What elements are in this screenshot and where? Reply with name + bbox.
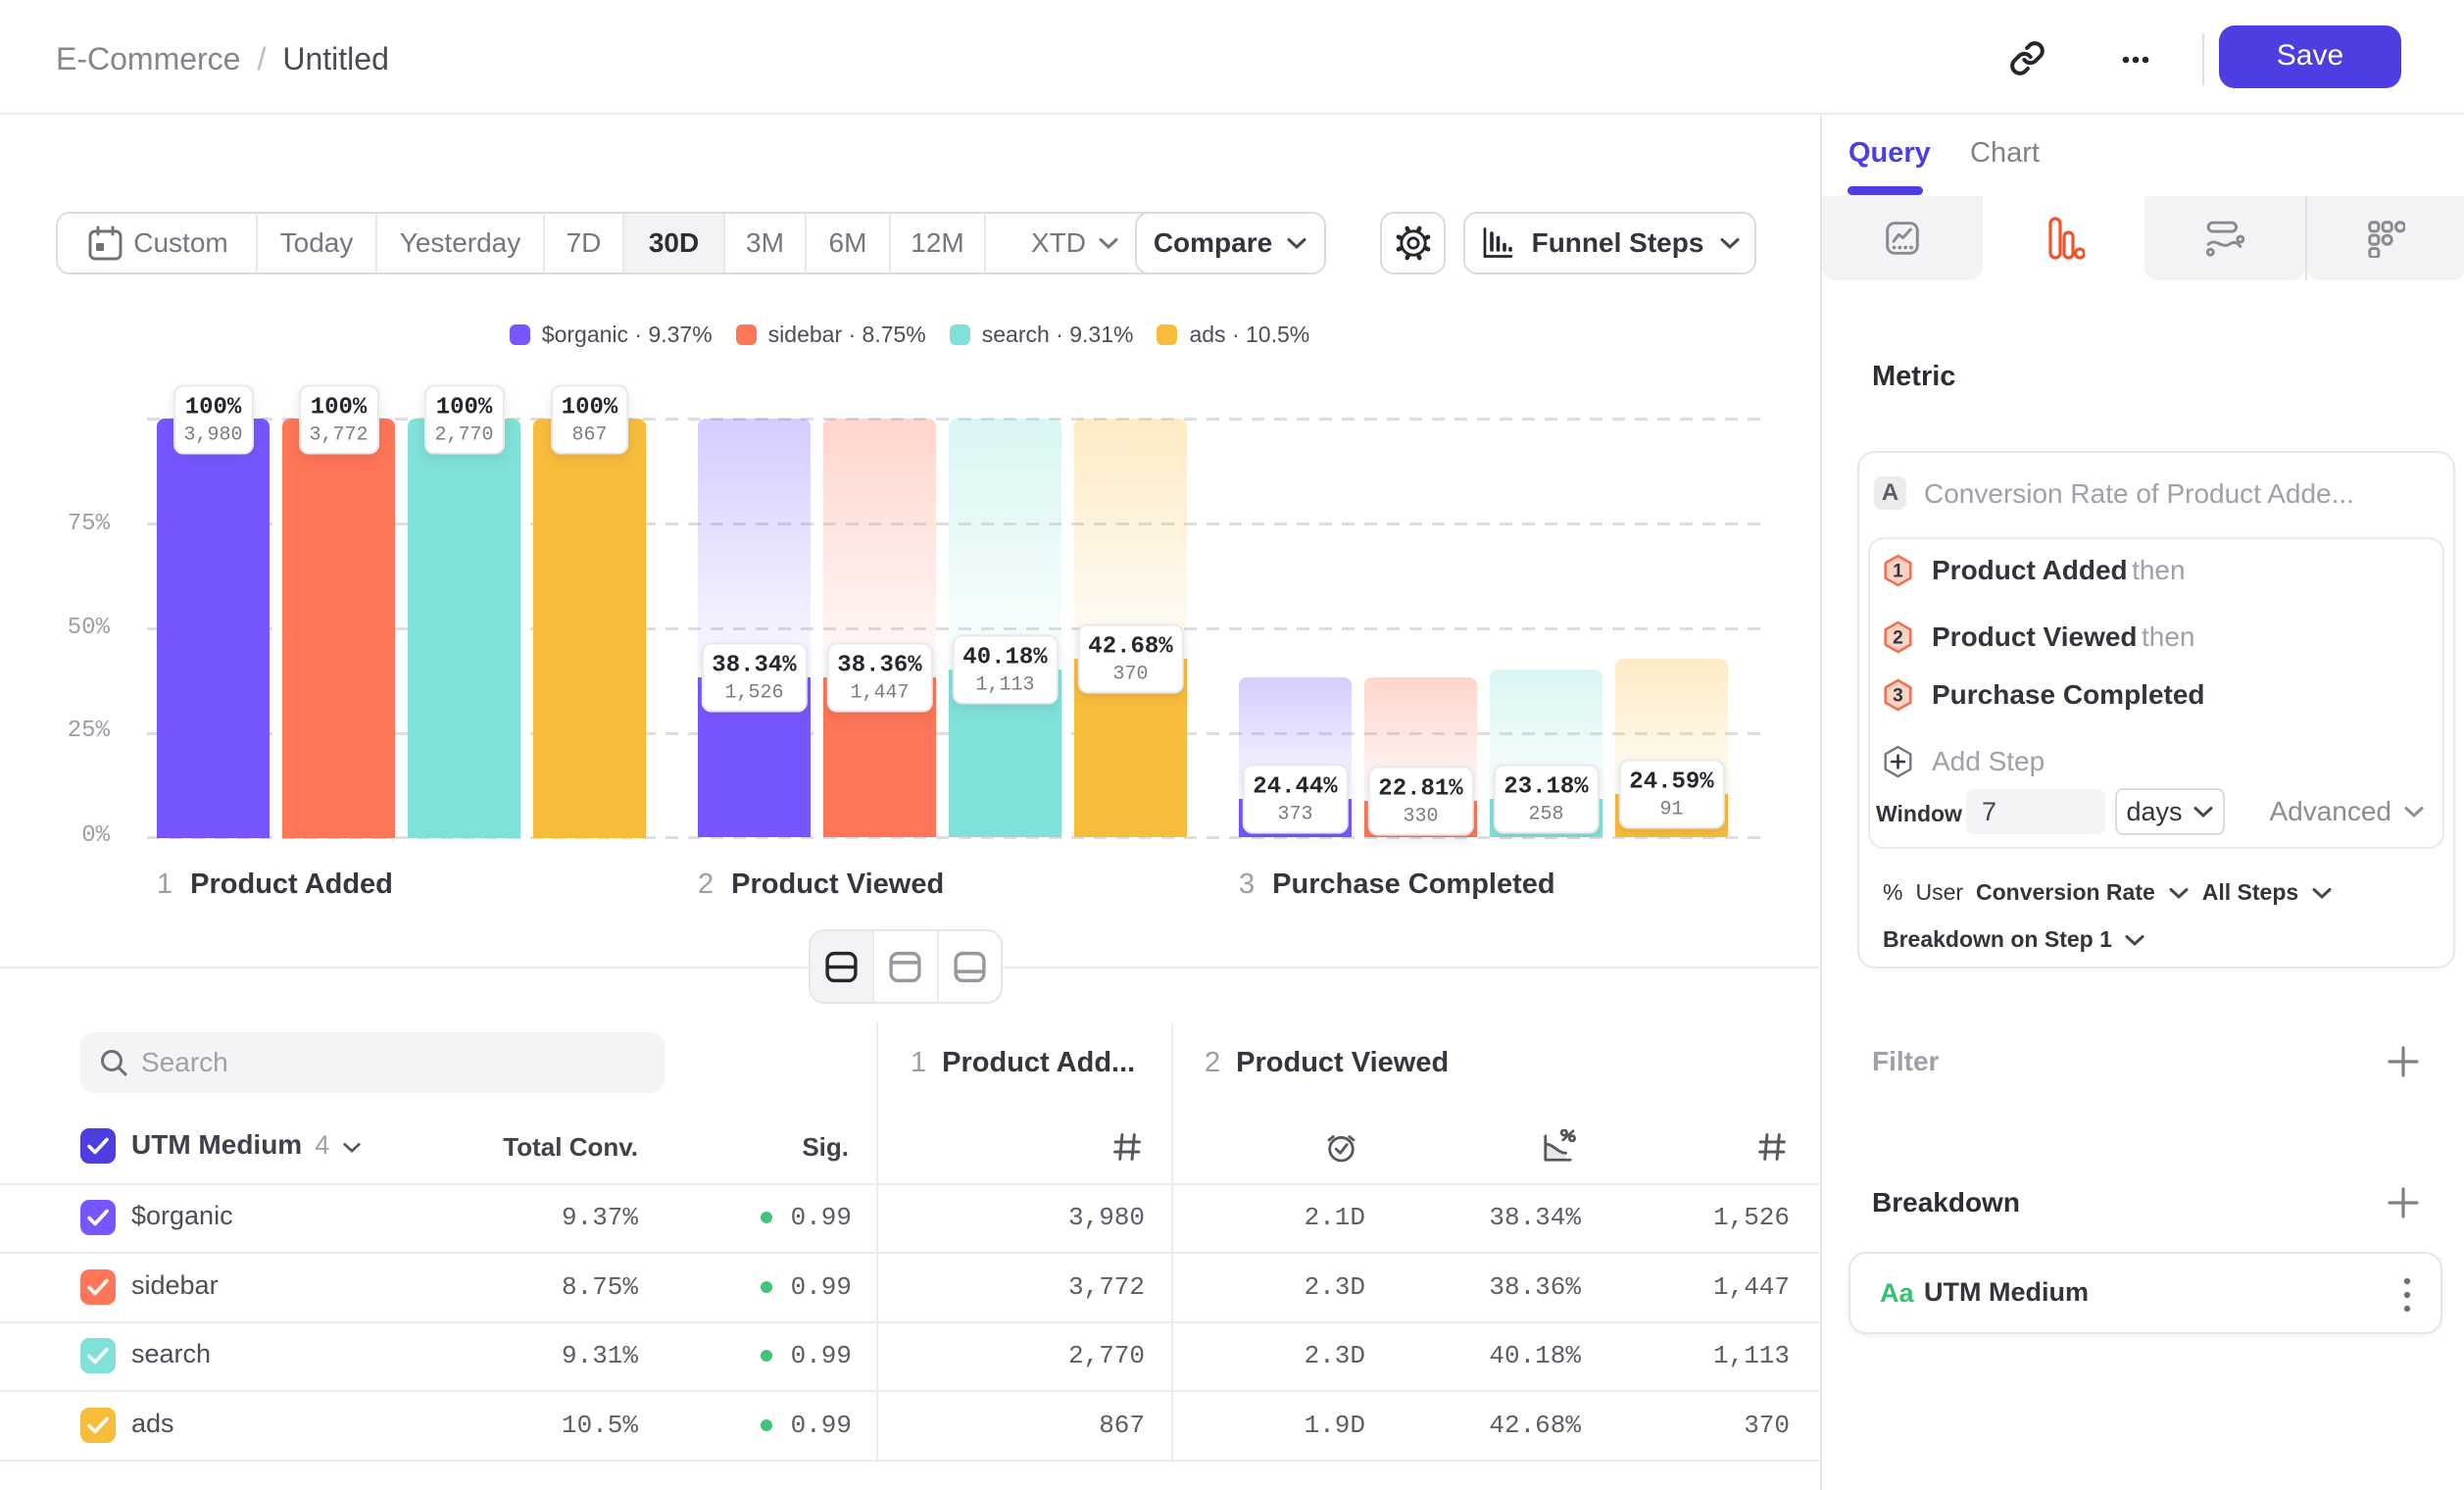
svg-text:2: 2: [1893, 627, 1903, 648]
svg-text:1: 1: [1893, 561, 1903, 581]
svg-text:3: 3: [1893, 685, 1903, 706]
